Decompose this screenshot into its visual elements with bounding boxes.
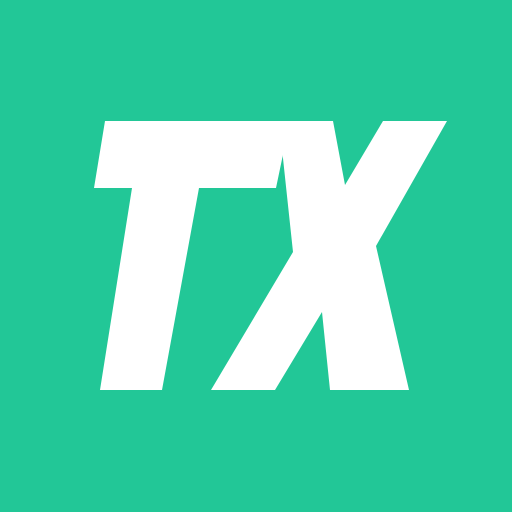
app-logo-tile [0, 0, 512, 512]
logo-background [0, 0, 512, 512]
tx-logo-icon [0, 0, 512, 512]
